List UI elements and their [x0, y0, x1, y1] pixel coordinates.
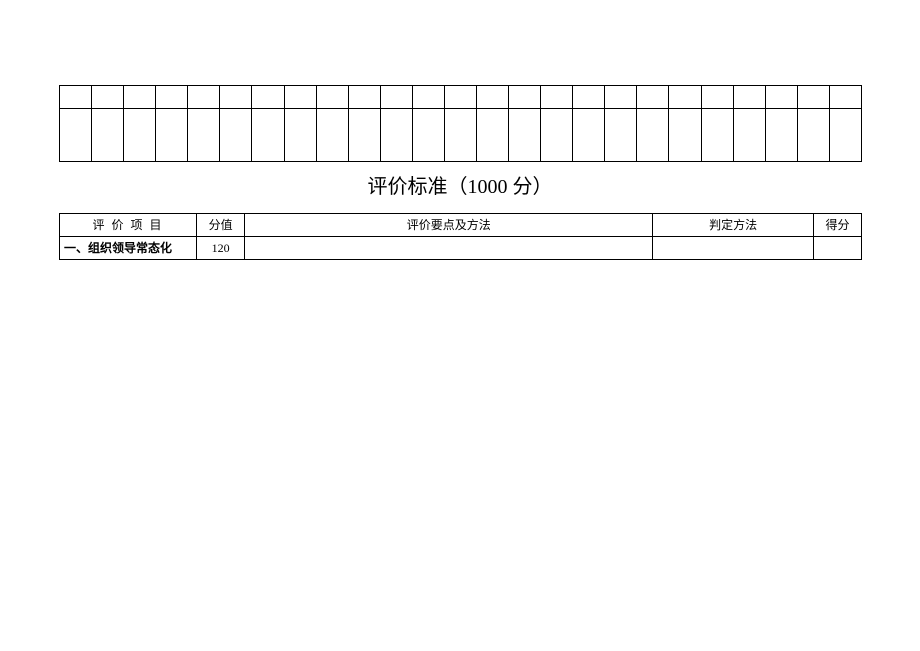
grid-cell [541, 86, 573, 109]
grid-cell [637, 86, 669, 109]
grid-cell [124, 109, 156, 162]
grid-cell [284, 109, 316, 162]
grid-cell [60, 86, 92, 109]
grid-cell [380, 86, 412, 109]
grid-cell [637, 109, 669, 162]
grid-cell [92, 86, 124, 109]
grid-cell [669, 86, 701, 109]
grid-cell [669, 109, 701, 162]
grid-cell [797, 86, 829, 109]
grid-cell [156, 109, 188, 162]
grid-cell [188, 86, 220, 109]
grid-cell [380, 109, 412, 162]
cell-judge-method [653, 237, 814, 260]
grid-cell [733, 86, 765, 109]
grid-cell [444, 86, 476, 109]
grid-cell [220, 109, 252, 162]
upper-grid-table [59, 85, 862, 162]
grid-cell [252, 86, 284, 109]
grid-cell [541, 109, 573, 162]
table-row: 一、组织领导常态化 120 [60, 237, 862, 260]
grid-cell [797, 109, 829, 162]
upper-grid-row [60, 109, 862, 162]
cell-score [813, 237, 861, 260]
cell-score-value: 120 [197, 237, 245, 260]
grid-cell [765, 109, 797, 162]
grid-cell [412, 86, 444, 109]
grid-cell [829, 86, 861, 109]
grid-cell [733, 109, 765, 162]
header-judge-method: 判定方法 [653, 214, 814, 237]
header-score-value: 分值 [197, 214, 245, 237]
grid-cell [316, 109, 348, 162]
header-score: 得分 [813, 214, 861, 237]
evaluation-table: 评 价 项 目 分值 评价要点及方法 判定方法 得分 一、组织领导常态化 120 [59, 213, 862, 260]
upper-grid-row [60, 86, 862, 109]
grid-cell [573, 109, 605, 162]
grid-cell [220, 86, 252, 109]
grid-cell [765, 86, 797, 109]
grid-cell [284, 86, 316, 109]
grid-cell [605, 109, 637, 162]
grid-cell [573, 86, 605, 109]
grid-cell [477, 86, 509, 109]
grid-cell [477, 109, 509, 162]
grid-cell [316, 86, 348, 109]
grid-cell [92, 109, 124, 162]
grid-cell [829, 109, 861, 162]
grid-cell [348, 109, 380, 162]
grid-cell [701, 86, 733, 109]
grid-cell [444, 109, 476, 162]
grid-cell [701, 109, 733, 162]
page-title: 评价标准（1000 分） [0, 170, 920, 199]
grid-cell [509, 86, 541, 109]
grid-cell [348, 86, 380, 109]
table-header-row: 评 价 项 目 分值 评价要点及方法 判定方法 得分 [60, 214, 862, 237]
header-item: 评 价 项 目 [60, 214, 197, 237]
grid-cell [509, 109, 541, 162]
grid-cell [156, 86, 188, 109]
grid-cell [124, 86, 156, 109]
cell-points-method [245, 237, 653, 260]
cell-item: 一、组织领导常态化 [60, 237, 197, 260]
grid-cell [252, 109, 284, 162]
grid-cell [188, 109, 220, 162]
grid-cell [605, 86, 637, 109]
grid-cell [412, 109, 444, 162]
header-points-method: 评价要点及方法 [245, 214, 653, 237]
grid-cell [60, 109, 92, 162]
